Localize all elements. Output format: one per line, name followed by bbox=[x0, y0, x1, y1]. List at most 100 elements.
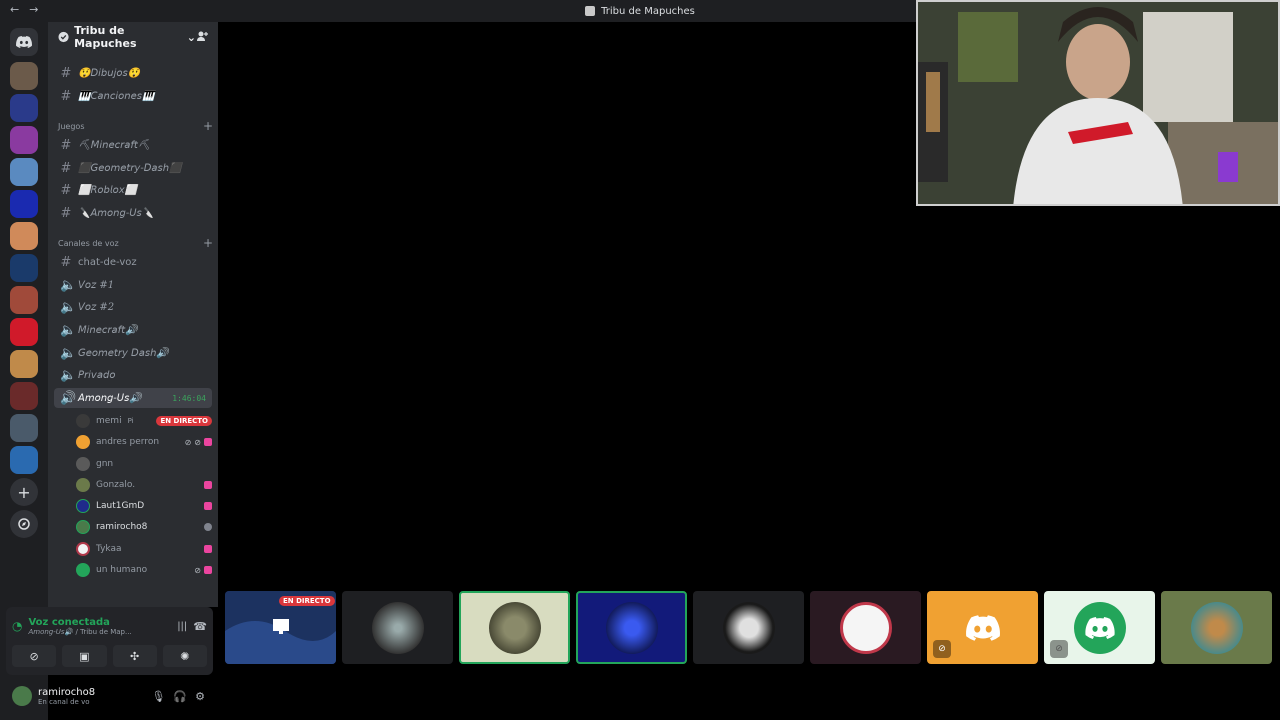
avatar bbox=[76, 520, 90, 534]
channel-canciones[interactable]: # 🎹𝘊𝘢𝘯𝘤𝘪𝘰𝘯𝘦𝘴🎹 bbox=[54, 86, 212, 106]
back-arrow-icon[interactable]: ← bbox=[10, 3, 19, 16]
voice-channel-minecraft[interactable]: 🔈 𝘔𝘪𝘯𝘦𝘤𝘳𝘢𝘧𝘵🔊 bbox=[54, 320, 212, 340]
speaker-icon: 🔈 bbox=[60, 322, 77, 338]
server-icon-3[interactable] bbox=[10, 126, 38, 154]
voice-user-tykaa[interactable]: Tykaa bbox=[76, 539, 212, 559]
server-icon-sfh[interactable] bbox=[10, 446, 38, 474]
user-avatar[interactable] bbox=[12, 686, 32, 706]
server-icon-4[interactable] bbox=[10, 158, 38, 186]
activity-game-icon bbox=[204, 566, 212, 574]
server-icon-8[interactable] bbox=[10, 286, 38, 314]
activities-icon: ✣ bbox=[130, 649, 140, 663]
live-badge: EN DIRECTO bbox=[156, 416, 212, 426]
server-icon-12[interactable] bbox=[10, 414, 38, 442]
user-panel: ramirocho8 En canal de vo 🎙 🎧 ⚙ bbox=[6, 680, 213, 712]
channel-chat-de-voz[interactable]: # chat-de-voz bbox=[54, 252, 212, 272]
screen-share-icon: ▣ bbox=[79, 649, 90, 663]
webcam-frame bbox=[918, 2, 1278, 204]
voice-user-gonzalo[interactable]: Gonzalo. bbox=[76, 475, 212, 495]
gnn-tile[interactable] bbox=[1161, 591, 1272, 664]
server-icon-10[interactable] bbox=[10, 350, 38, 378]
voice-channel-privado[interactable]: 🔈 𝘗𝘳𝘪𝘷𝘢𝘥𝘰 bbox=[54, 365, 212, 385]
chevron-down-icon: ⌄ bbox=[186, 30, 196, 44]
server-icon-lkz[interactable] bbox=[10, 318, 38, 346]
microphone-icon[interactable]: 🎙 bbox=[151, 690, 165, 703]
speaker-icon: 🔈 bbox=[60, 277, 77, 293]
gonzalo-tile[interactable] bbox=[459, 591, 570, 664]
server-icon-tribu[interactable] bbox=[10, 62, 38, 90]
add-server-icon[interactable]: + bbox=[10, 478, 38, 506]
avatar bbox=[76, 414, 90, 428]
guild-badge-icon bbox=[58, 31, 69, 43]
guild-header[interactable]: Tribu de Mapuches ⌄ bbox=[48, 22, 218, 52]
explore-compass-icon[interactable] bbox=[10, 510, 38, 538]
muted-mic-icon: ⊘ bbox=[1050, 640, 1068, 658]
channel-geometry-dash[interactable]: # ⬛𝘎𝘦𝘰𝘮𝘦𝘵𝘳𝘺-𝘋𝘢𝘴𝘩⬛ bbox=[54, 158, 212, 178]
stream-tile[interactable]: EN DIRECTO bbox=[225, 591, 336, 664]
tykaa-tile[interactable] bbox=[810, 591, 921, 664]
voice-user-memi[interactable]: memi Pi EN DIRECTO bbox=[76, 411, 212, 431]
server-icon-6[interactable] bbox=[10, 222, 38, 250]
avatar bbox=[76, 499, 90, 513]
status-icon bbox=[204, 523, 212, 531]
channel-roblox[interactable]: # ⬜𝘙𝘰𝘣𝘭𝘰𝘹⬜ bbox=[54, 180, 212, 200]
noise-suppression-icon[interactable]: ||| bbox=[177, 621, 187, 632]
window-title: Tribu de Mapuches bbox=[585, 6, 695, 17]
avatar bbox=[488, 601, 541, 654]
avatar bbox=[76, 542, 90, 556]
discord-logo-icon bbox=[965, 614, 1000, 641]
soundboard-button[interactable]: ✺ bbox=[162, 645, 207, 667]
andres-tile[interactable]: ⊘ bbox=[927, 591, 1038, 664]
white-figure-tile[interactable] bbox=[693, 591, 804, 664]
voice-user-laut1gmd[interactable]: Laut1GmD bbox=[76, 496, 212, 516]
voice-channel-voz-1[interactable]: 🔈 𝘝𝘰𝘻 #1 bbox=[54, 275, 212, 295]
call-timer: 1:46:04 bbox=[172, 393, 206, 403]
discord-home-icon[interactable] bbox=[10, 28, 38, 56]
voice-channel-voz-2[interactable]: 🔈 𝘝𝘰𝘻 #2 bbox=[54, 297, 212, 317]
voice-connected-panel: ◔ Voz conectada 𝘈𝘮𝘰𝘯𝘨-𝘜𝘴🔊 / Tribu de Map… bbox=[6, 607, 213, 675]
voice-user-ramirocho8[interactable]: ramirocho8 bbox=[76, 517, 212, 537]
avatar bbox=[76, 563, 90, 577]
camera-off-icon: ⊘ bbox=[933, 640, 951, 658]
camera-off-icon: ⊘ bbox=[29, 649, 39, 663]
humano-tile[interactable]: ⊘ bbox=[1044, 591, 1155, 664]
hash-icon: # bbox=[60, 65, 72, 81]
voice-user-andres-perron[interactable]: andres perron ⊘ ⊘ bbox=[76, 432, 212, 452]
voice-user-gnn[interactable]: gnn bbox=[76, 454, 212, 474]
camera-off-icon: ⊘ bbox=[194, 437, 201, 447]
invite-people-icon[interactable] bbox=[196, 30, 208, 45]
server-icon-11[interactable] bbox=[10, 382, 38, 410]
server-icon-5[interactable] bbox=[10, 190, 38, 218]
add-channel-icon[interactable]: + bbox=[203, 120, 213, 132]
muted-mic-icon: ⊘ bbox=[194, 565, 201, 575]
laut-tile[interactable] bbox=[576, 591, 687, 664]
voice-user-un-humano[interactable]: un humano ⊘ bbox=[76, 560, 212, 580]
category-canales-de-voz[interactable]: Canales de voz + bbox=[58, 237, 213, 249]
headphones-icon[interactable]: 🎧 bbox=[173, 690, 187, 703]
webcam-video[interactable] bbox=[916, 0, 1280, 206]
forward-arrow-icon[interactable]: → bbox=[29, 3, 38, 16]
category-juegos[interactable]: Juegos + bbox=[58, 120, 213, 132]
add-channel-icon[interactable]: + bbox=[203, 237, 213, 249]
avatar bbox=[76, 435, 90, 449]
channel-dibujos[interactable]: # 😲𝘋𝘪𝘣𝘶𝘫𝘰𝘴😲 bbox=[54, 63, 212, 83]
hash-icon: # bbox=[60, 182, 72, 198]
hash-icon: # bbox=[60, 205, 72, 221]
voice-channel-geometry-dash[interactable]: 🔈 𝘎𝘦𝘰𝘮𝘦𝘵𝘳𝘺 𝘋𝘢𝘴𝘩🔊 bbox=[54, 343, 212, 363]
avatar bbox=[722, 601, 775, 654]
settings-gear-icon[interactable]: ⚙ bbox=[195, 690, 205, 703]
speaker-active-icon: 🔊 bbox=[60, 390, 77, 406]
server-icon-7[interactable] bbox=[10, 254, 38, 282]
activities-button[interactable]: ✣ bbox=[112, 645, 157, 667]
server-icon-2[interactable] bbox=[10, 94, 38, 122]
soundboard-icon: ✺ bbox=[180, 649, 190, 663]
voice-channel-among-us[interactable]: 🔊 𝘈𝘮𝘰𝘯𝘨-𝘜𝘴🔊 1:46:04 bbox=[54, 388, 212, 408]
disconnect-icon[interactable]: ☎ bbox=[193, 620, 207, 633]
channel-minecraft[interactable]: # ⛏𝘔𝘪𝘯𝘦𝘤𝘳𝘢𝘧𝘵⛏ bbox=[54, 135, 212, 155]
screen-share-button[interactable]: ▣ bbox=[62, 645, 107, 667]
camera-toggle-button[interactable]: ⊘ bbox=[12, 645, 57, 667]
robot-tile[interactable] bbox=[342, 591, 453, 664]
speaker-icon: 🔈 bbox=[60, 345, 77, 361]
channel-among-us[interactable]: # 🔪𝘈𝘮𝘰𝘯𝘨-𝘜𝘴🔪 bbox=[54, 203, 212, 223]
avatar bbox=[371, 601, 424, 654]
